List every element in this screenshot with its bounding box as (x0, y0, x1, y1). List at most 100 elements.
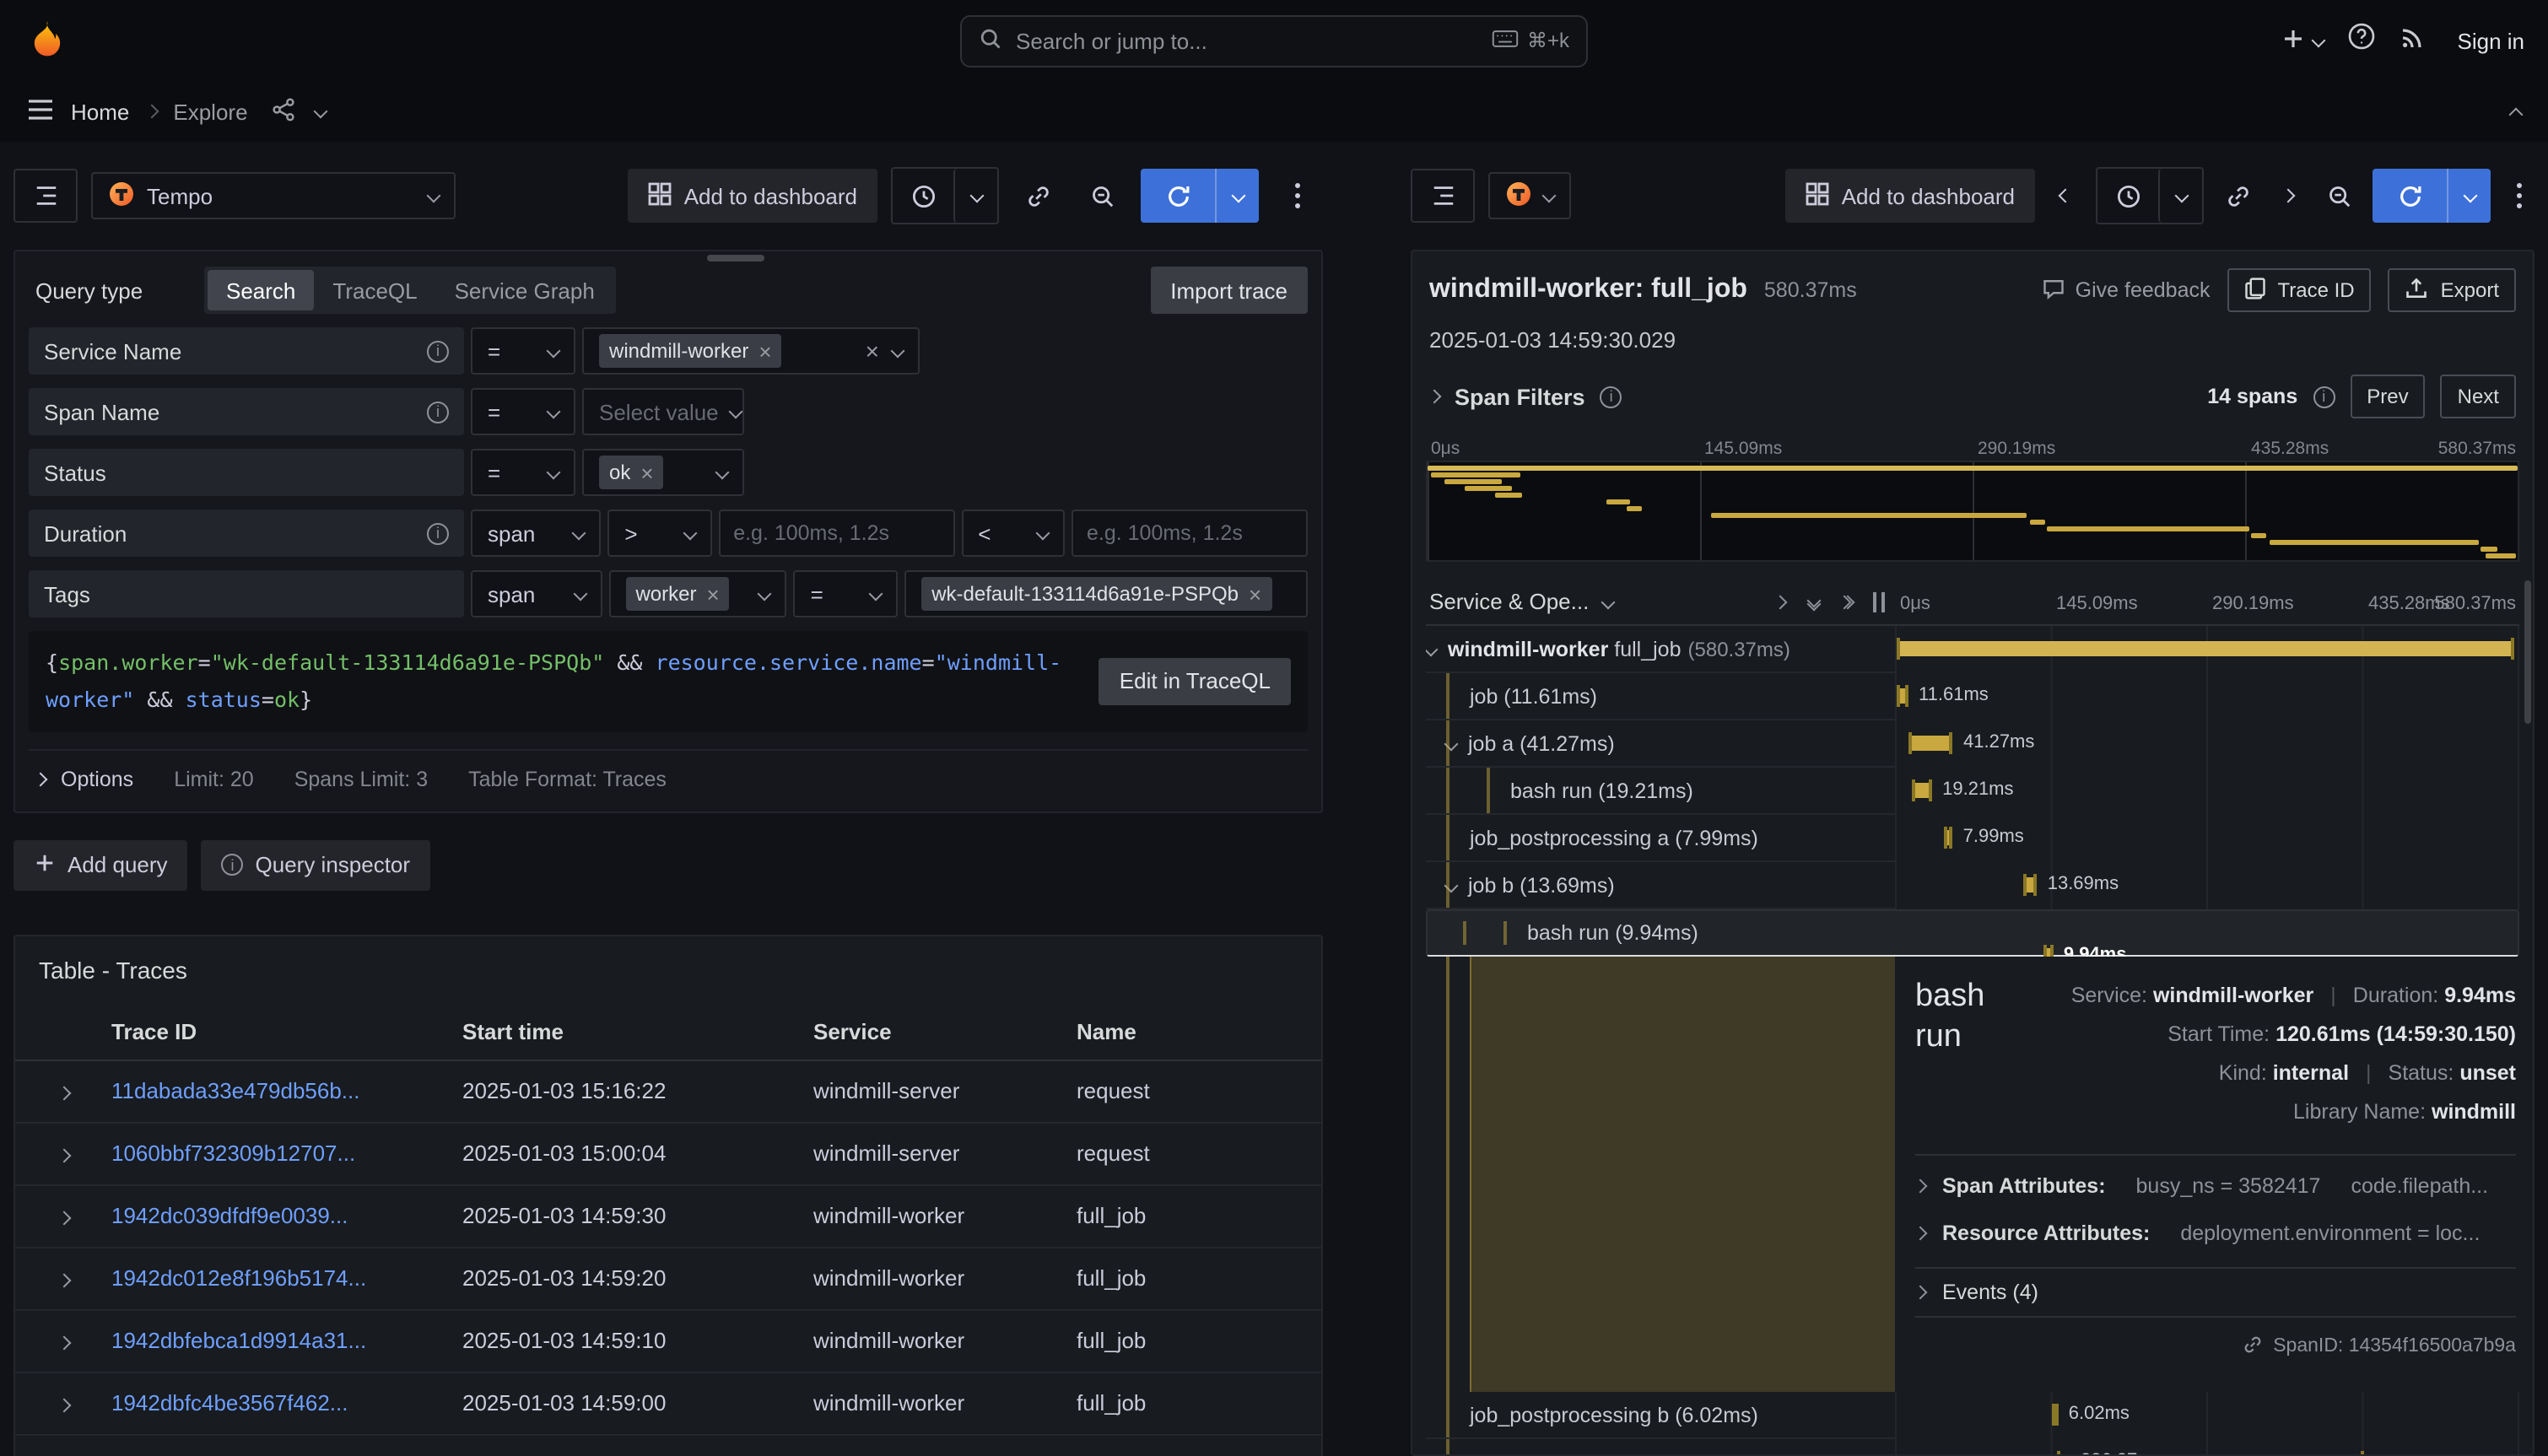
give-feedback-button[interactable]: Give feedback (2042, 276, 2211, 305)
import-trace-button[interactable]: Import trace (1150, 267, 1308, 314)
trace-id-link[interactable]: 1060bbf732309b12707... (111, 1141, 462, 1167)
refresh-icon[interactable] (1141, 169, 1215, 223)
add-to-dashboard-button[interactable]: Add to dashboard (1786, 169, 2035, 223)
span-row[interactable]: bash run (9.94ms) 9.94ms (1426, 909, 2519, 957)
breadcrumb-menu-chevron-icon[interactable] (313, 105, 327, 119)
span-row-name[interactable]: windmill-worker full_job(580.37ms) (1426, 626, 1895, 673)
chevron-down-icon[interactable] (1601, 595, 1615, 609)
remove-chip-icon[interactable]: × (706, 583, 719, 605)
prev-span-button[interactable]: Prev (2350, 375, 2425, 418)
clock-icon[interactable] (2097, 169, 2158, 223)
span-bar[interactable] (1896, 688, 1908, 704)
row-expand-chevron-icon[interactable] (57, 1274, 71, 1288)
run-query-chevron[interactable] (2447, 169, 2491, 223)
table-row[interactable]: 1060bbf732309b12707... 2025-01-03 15:00:… (15, 1124, 1321, 1186)
column-header-service[interactable]: Service (813, 1019, 1077, 1044)
time-picker[interactable] (2096, 167, 2204, 224)
refresh-icon[interactable] (2373, 169, 2447, 223)
status-operator-select[interactable]: = (471, 449, 575, 496)
span-bar[interactable] (1944, 830, 1952, 845)
query-inspector-button[interactable]: i Query inspector (202, 840, 431, 891)
breadcrumb-home[interactable]: Home (71, 99, 129, 124)
add-query-button[interactable]: Add query (13, 840, 188, 891)
panel-kebab-menu[interactable] (2504, 169, 2535, 223)
link-icon[interactable] (2243, 1334, 2263, 1359)
query-history-button[interactable] (13, 169, 78, 223)
trace-id-button[interactable]: Trace ID (2227, 268, 2372, 312)
next-span-button[interactable]: Next (2441, 375, 2516, 418)
span-row-name[interactable]: job b (13.69ms) (1426, 862, 1895, 909)
span-row[interactable]: job a (41.27ms) 41.27ms (1426, 720, 2519, 768)
service-name-value-select[interactable]: windmill-worker× × (582, 327, 920, 375)
span-bar[interactable] (1912, 783, 1932, 798)
column-header-name[interactable]: Name (1077, 1019, 1321, 1044)
query-type-tab-search[interactable]: Search (208, 270, 314, 310)
datasource-picker[interactable]: Tempo (91, 172, 456, 219)
span-bar[interactable] (2022, 877, 2037, 892)
key-chip[interactable]: worker× (625, 577, 729, 611)
info-icon[interactable]: i (427, 522, 449, 544)
trace-id-link[interactable]: 1942dbfc4be3567f462... (111, 1391, 462, 1416)
info-icon[interactable]: i (2313, 386, 2335, 407)
span-row-timeline[interactable]: 11.61ms (1895, 673, 2519, 720)
scrollbar-thumb[interactable] (707, 255, 764, 262)
span-row-timeline[interactable]: 19.21ms (1895, 768, 2519, 815)
collapse-all-icon[interactable] (1809, 598, 1819, 605)
span-row[interactable]: job_postprocessing a (7.99ms) 7.99ms (1426, 815, 2519, 862)
expand-row-icon[interactable] (1773, 595, 1788, 609)
column-header-trace-id[interactable]: Trace ID (111, 1019, 462, 1044)
span-row-name[interactable]: bash run (9.94ms) (1443, 921, 1912, 945)
share-link-button[interactable] (1012, 169, 1063, 223)
service-operation-dropdown[interactable]: Service & Ope... (1429, 589, 1589, 614)
duration-lt-operator-select[interactable]: < (961, 510, 1065, 557)
expand-all-icon[interactable] (1843, 596, 1849, 607)
attribute-accordion[interactable]: Resource Attributes:deployment.environme… (1915, 1209, 2516, 1256)
clear-value-icon[interactable]: × (866, 337, 879, 364)
clock-icon[interactable] (893, 169, 953, 223)
span-row[interactable]: windmill-worker full_job(580.37ms) (1426, 626, 2519, 673)
row-expand-chevron-icon[interactable] (57, 1211, 71, 1226)
news-rss-icon[interactable] (2400, 23, 2427, 58)
zoom-out-button[interactable] (2319, 169, 2359, 223)
panel-kebab-menu[interactable] (1272, 169, 1323, 223)
service-name-operator-select[interactable]: = (471, 327, 575, 375)
span-row-name[interactable]: job_postprocessing a (7.99ms) (1426, 815, 1895, 862)
edit-in-traceql-button[interactable]: Edit in TraceQL (1099, 658, 1291, 705)
span-row-timeline[interactable]: 7.99ms (1895, 815, 2519, 862)
remove-chip-icon[interactable]: × (1249, 583, 1261, 605)
span-row[interactable]: job c (286.87ms) 286.87ms (1426, 1439, 2519, 1456)
chevron-right-icon[interactable] (1428, 390, 1442, 404)
sign-in-link[interactable]: Sign in (2451, 28, 2525, 53)
span-filters-label[interactable]: Span Filters (1455, 384, 1585, 409)
duration-gt-input[interactable] (718, 510, 954, 557)
time-shift-forward-button[interactable] (2271, 169, 2305, 223)
status-value-select[interactable]: ok× (582, 449, 744, 496)
span-name-operator-select[interactable]: = (471, 388, 575, 435)
span-row-timeline[interactable] (1895, 626, 2519, 673)
info-icon[interactable]: i (427, 340, 449, 362)
run-query-button[interactable] (2373, 169, 2491, 223)
span-row-timeline[interactable]: 13.69ms (1895, 862, 2519, 909)
table-row[interactable]: 1942dbfebca1d9914a31... 2025-01-03 14:59… (15, 1311, 1321, 1373)
datasource-picker-mini[interactable] (1488, 172, 1571, 219)
grafana-logo[interactable] (24, 17, 71, 64)
span-row[interactable]: job_postprocessing b (6.02ms) 6.02ms (1426, 1392, 2519, 1439)
row-expand-chevron-icon[interactable] (57, 1087, 71, 1101)
span-row-name[interactable]: job c (286.87ms) (1426, 1439, 1895, 1456)
events-accordion[interactable]: Events (4) (1915, 1266, 2516, 1317)
trace-id-link[interactable]: 1942dc039dfdf9e0039... (111, 1204, 462, 1229)
value-chip[interactable]: windmill-worker× (599, 334, 782, 368)
row-expand-chevron-icon[interactable] (57, 1399, 71, 1413)
span-row-timeline[interactable]: 286.87ms (1895, 1439, 2519, 1456)
span-row[interactable]: job (11.61ms) 11.61ms (1426, 673, 2519, 720)
table-row[interactable]: 11dabada33e479db56b... 2025-01-03 15:16:… (15, 1061, 1321, 1124)
trace-id-link[interactable]: 1942dbfebca1d9914a31... (111, 1329, 462, 1354)
span-row[interactable]: bash run (19.21ms) 19.21ms (1426, 768, 2519, 815)
span-row-name[interactable]: bash run (19.21ms) (1426, 768, 1895, 815)
table-row[interactable]: 1942dbfc4be3567f462... 2025-01-03 14:59:… (15, 1373, 1321, 1436)
time-picker[interactable] (891, 167, 999, 224)
span-bar[interactable] (1897, 641, 2514, 656)
table-row[interactable]: 1942dbf9d9fa6108d0d1... 2025-01-03 14:58… (15, 1436, 1321, 1456)
add-to-dashboard-button[interactable]: Add to dashboard (629, 169, 877, 223)
expander-chevron-icon[interactable] (1426, 642, 1438, 656)
